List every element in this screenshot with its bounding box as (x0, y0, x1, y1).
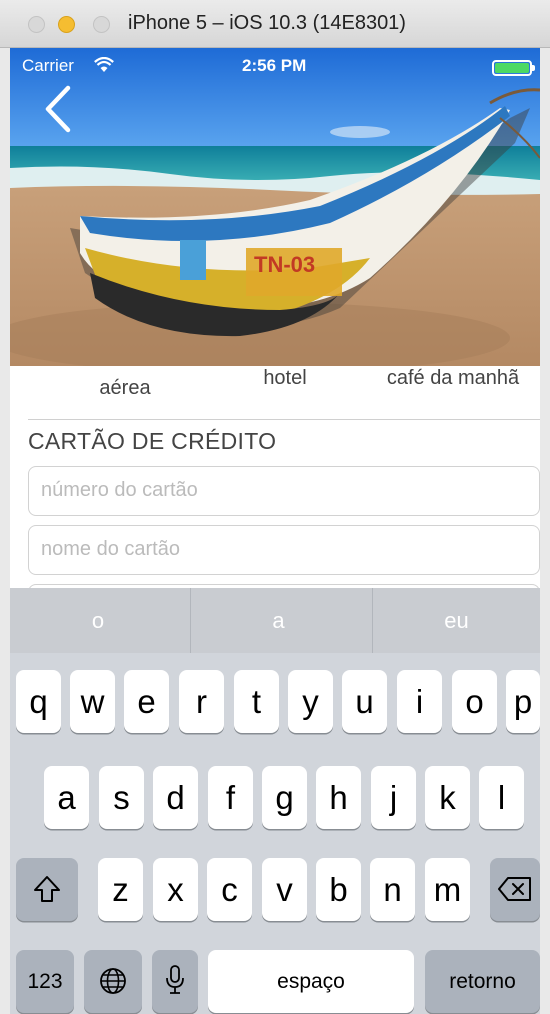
backspace-icon (498, 877, 531, 901)
window-frame-right (540, 48, 550, 1014)
microphone-icon (166, 965, 184, 994)
package-features: aérea hotel café da manhã (10, 353, 540, 413)
key-b[interactable]: b (316, 858, 361, 921)
simulator-titlebar: iPhone 5 – iOS 10.3 (14E8301) (0, 0, 550, 48)
window-title: iPhone 5 – iOS 10.3 (14E8301) (128, 12, 406, 34)
key-h[interactable]: h (316, 766, 361, 829)
window-close-button[interactable] (28, 16, 45, 33)
key-e[interactable]: e (124, 670, 169, 733)
prediction-suggestion[interactable]: o (10, 588, 186, 653)
shift-key[interactable] (16, 858, 78, 921)
feature-label: hotel (263, 367, 307, 389)
feature-label: café da manhã (386, 367, 520, 389)
shift-icon (34, 876, 60, 902)
key-f[interactable]: f (208, 766, 253, 829)
section-divider (28, 419, 540, 420)
key-c[interactable]: c (207, 858, 252, 921)
key-u[interactable]: u (342, 670, 387, 733)
wifi-icon (94, 57, 114, 73)
key-q[interactable]: q (16, 670, 61, 733)
status-bar: Carrier 2:56 PM (10, 48, 540, 84)
key-n[interactable]: n (370, 858, 415, 921)
card-number-input[interactable]: número do cartão (28, 466, 540, 516)
key-j[interactable]: j (371, 766, 416, 829)
key-v[interactable]: v (262, 858, 307, 921)
key-z[interactable]: z (98, 858, 143, 921)
globe-key[interactable] (84, 950, 142, 1013)
prediction-suggestion[interactable]: eu (372, 588, 540, 653)
key-t[interactable]: t (234, 670, 279, 733)
key-r[interactable]: r (179, 670, 224, 733)
boat-number-text: TN-03 (254, 252, 315, 277)
window-frame-left (0, 48, 10, 1014)
microphone-key[interactable] (152, 950, 198, 1013)
window-zoom-button[interactable] (93, 16, 110, 33)
prediction-suggestion[interactable]: a (190, 588, 366, 653)
space-key[interactable]: espaço (208, 950, 414, 1013)
key-k[interactable]: k (425, 766, 470, 829)
card-name-input[interactable]: nome do cartão (28, 525, 540, 575)
backspace-key[interactable] (490, 858, 540, 921)
key-l[interactable]: l (479, 766, 524, 829)
chevron-left-icon (45, 85, 71, 133)
key-g[interactable]: g (262, 766, 307, 829)
key-p[interactable]: p (506, 670, 540, 733)
return-key[interactable]: retorno (425, 950, 540, 1013)
key-i[interactable]: i (397, 670, 442, 733)
key-s[interactable]: s (99, 766, 144, 829)
hero-image: TN-03 Carrier 2:56 PM (10, 48, 540, 366)
back-button[interactable] (40, 84, 76, 134)
key-y[interactable]: y (288, 670, 333, 733)
key-a[interactable]: a (44, 766, 89, 829)
carrier-label: Carrier (22, 56, 74, 75)
key-w[interactable]: w (70, 670, 115, 733)
battery-icon (492, 60, 535, 76)
status-time: 2:56 PM (242, 56, 307, 75)
key-m[interactable]: m (425, 858, 470, 921)
predictive-bar: o a eu (10, 588, 540, 653)
window-minimize-button[interactable] (58, 16, 75, 33)
key-d[interactable]: d (153, 766, 198, 829)
feature-label: aérea (99, 377, 151, 399)
beach-boat-photo: TN-03 (10, 48, 540, 366)
credit-card-section-title: CARTÃO DE CRÉDITO (28, 428, 277, 454)
numbers-key[interactable]: 123 (16, 950, 74, 1013)
globe-icon (100, 968, 126, 994)
key-o[interactable]: o (452, 670, 497, 733)
ios-keyboard: o a eu q w e r t y u i o p a s d f g h j… (10, 588, 540, 1014)
phone-screen: TN-03 Carrier 2:56 PM aérea hotel café d… (10, 48, 540, 1014)
key-x[interactable]: x (153, 858, 198, 921)
